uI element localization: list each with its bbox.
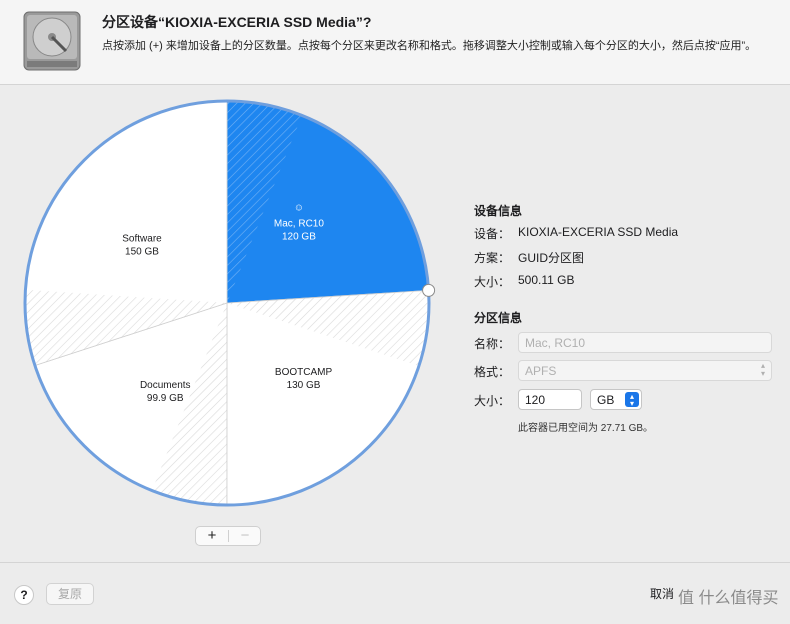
name-label: 名称：: [474, 337, 511, 351]
device-label: 设备：: [474, 227, 511, 241]
dialog-footer: ? 复原 取消 值 什么值得买: [0, 562, 790, 624]
partition-name-label: Mac, RC10: [274, 218, 324, 229]
resize-handle[interactable]: [422, 283, 436, 297]
partition-name-field[interactable]: Mac, RC10: [518, 332, 772, 353]
dialog-title: 分区设备“KIOXIA-EXCERIA SSD Media”?: [102, 14, 372, 30]
device-info-heading: 设备信息: [474, 204, 523, 218]
device-value: KIOXIA-EXCERIA SSD Media: [518, 225, 679, 239]
used-space-hint: 此容器已用空间为 27.71 GB。: [518, 423, 654, 434]
hard-disk-icon: [23, 11, 81, 71]
partition-size-label: 130 GB: [287, 380, 321, 391]
partition-size-label: 150 GB: [125, 246, 159, 257]
partition-size-label: 大小：: [474, 394, 511, 408]
partition-info-heading: 分区信息: [474, 311, 523, 325]
partition-size-input[interactable]: 120: [518, 389, 582, 410]
remove-partition-button[interactable]: −: [229, 527, 261, 545]
add-remove-segmented-control: + −: [195, 526, 261, 546]
partition-name-label: Documents: [140, 380, 191, 391]
partition-size-label: 99.9 GB: [147, 393, 184, 404]
watermark-logo: 值 什么值得买: [678, 590, 779, 607]
cancel-button[interactable]: 取消: [614, 583, 674, 605]
partition-size-label: 120 GB: [282, 231, 316, 242]
device-size-label: 大小：: [474, 275, 511, 289]
partition-pie-chart[interactable]: ☺ Mac, RC10 120 GB BOOTCAMP 130 GB Documents 9…: [0, 85, 460, 525]
scheme-value: GUID分区图: [518, 251, 585, 265]
size-unit-select[interactable]: GB ▴ ▾: [590, 389, 642, 410]
dialog-header: 分区设备“KIOXIA-EXCERIA SSD Media”? 点按添加 (+)…: [0, 0, 790, 85]
chevron-updown-icon: ▴ ▾: [625, 392, 639, 408]
device-size-value: 500.11 GB: [518, 273, 575, 287]
revert-button[interactable]: 复原: [46, 583, 94, 605]
format-select[interactable]: APFS ▴ ▾: [518, 360, 772, 381]
format-label: 格式：: [474, 365, 511, 379]
help-button[interactable]: ?: [14, 585, 34, 605]
size-unit-value: GB: [597, 393, 615, 407]
format-value: APFS: [525, 364, 557, 378]
partition-name-label: BOOTCAMP: [275, 367, 333, 378]
dialog-instructions: 点按添加 (+) 来增加设备上的分区数量。点按每个分区来更改名称和格式。拖移调整…: [102, 40, 757, 52]
scheme-label: 方案：: [474, 251, 511, 265]
add-partition-button[interactable]: +: [196, 527, 228, 545]
partition-editor: ☺ Mac, RC10 120 GB BOOTCAMP 130 GB Documents 9…: [0, 85, 790, 562]
partition-name-label: Software: [122, 233, 162, 244]
chevron-updown-icon: ▴ ▾: [760, 361, 765, 378]
finder-icon: ☺: [294, 202, 304, 213]
